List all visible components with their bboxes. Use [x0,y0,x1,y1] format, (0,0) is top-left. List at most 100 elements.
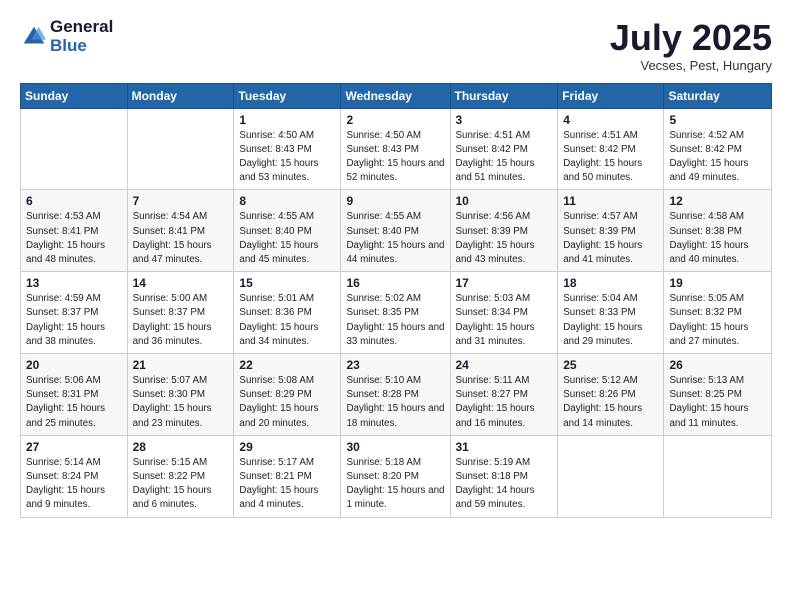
day-info: Sunrise: 4:51 AM Sunset: 8:42 PM Dayligh… [563,129,658,186]
day-number: 20 [26,358,122,372]
day-info: Sunrise: 5:12 AM Sunset: 8:26 PM Dayligh… [563,374,658,431]
day-info: Sunrise: 4:55 AM Sunset: 8:40 PM Dayligh… [346,210,444,267]
calendar-header-row: Sunday Monday Tuesday Wednesday Thursday… [21,83,772,108]
day-number: 23 [346,358,444,372]
table-row: 5 Sunrise: 4:52 AM Sunset: 8:42 PM Daylig… [664,108,772,190]
day-number: 16 [346,276,444,290]
day-number: 29 [239,440,335,454]
table-row: 17Sunrise: 5:03 AM Sunset: 8:34 PM Dayli… [450,272,558,354]
day-number: 4 [563,113,658,127]
header-thursday: Thursday [450,83,558,108]
day-number: 2 [346,113,444,127]
header-sunday: Sunday [21,83,128,108]
table-row: 29 Sunrise: 5:17 AM Sunset: 8:21 PM Dayli… [234,435,341,517]
table-row: 19Sunrise: 5:05 AM Sunset: 8:32 PM Dayli… [664,272,772,354]
table-row: 15Sunrise: 5:01 AM Sunset: 8:36 PM Dayli… [234,272,341,354]
day-number: 10 [456,194,553,208]
table-row: 23 Sunrise: 5:10 AM Sunset: 8:28 PM Dayli… [341,354,450,436]
table-row: 28 Sunrise: 5:15 AM Sunset: 8:22 PM Dayli… [127,435,234,517]
day-info: Sunrise: 5:08 AM Sunset: 8:29 PM Dayligh… [239,374,335,431]
table-row: 14 Sunrise: 5:00 AM Sunset: 8:37 PM Dayli… [127,272,234,354]
logo: General Blue [20,18,113,55]
month-title: July 2025 [610,18,772,58]
table-row: 13Sunrise: 4:59 AM Sunset: 8:37 PM Dayli… [21,272,128,354]
day-info: Sunrise: 4:52 AM Sunset: 8:42 PM Dayligh… [669,129,766,186]
day-info: Sunrise: 5:02 AM Sunset: 8:35 PM Dayligh… [346,292,444,349]
day-info: Sunrise: 5:00 AM Sunset: 8:37 PM Dayligh… [133,292,229,349]
day-info: Sunrise: 5:07 AM Sunset: 8:30 PM Dayligh… [133,374,229,431]
table-row: 8Sunrise: 4:55 AM Sunset: 8:40 PM Daylig… [234,190,341,272]
day-info: Sunrise: 5:15 AM Sunset: 8:22 PM Dayligh… [133,456,229,513]
day-number: 30 [346,440,444,454]
location-subtitle: Vecses, Pest, Hungary [610,58,772,73]
day-number: 3 [456,113,553,127]
table-row [664,435,772,517]
day-number: 5 [669,113,766,127]
day-info: Sunrise: 5:10 AM Sunset: 8:28 PM Dayligh… [346,374,444,431]
calendar-week-row: 1 Sunrise: 4:50 AM Sunset: 8:43 PM Daylig… [21,108,772,190]
day-number: 14 [133,276,229,290]
day-info: Sunrise: 4:54 AM Sunset: 8:41 PM Dayligh… [133,210,229,267]
day-number: 22 [239,358,335,372]
header-wednesday: Wednesday [341,83,450,108]
day-number: 26 [669,358,766,372]
day-number: 11 [563,194,658,208]
header: General Blue July 2025 Vecses, Pest, Hun… [20,18,772,73]
day-info: Sunrise: 5:17 AM Sunset: 8:21 PM Dayligh… [239,456,335,513]
day-info: Sunrise: 5:11 AM Sunset: 8:27 PM Dayligh… [456,374,553,431]
day-number: 27 [26,440,122,454]
table-row: 24 Sunrise: 5:11 AM Sunset: 8:27 PM Dayli… [450,354,558,436]
day-number: 1 [239,113,335,127]
table-row: 27 Sunrise: 5:14 AM Sunset: 8:24 PM Dayli… [21,435,128,517]
day-info: Sunrise: 4:53 AM Sunset: 8:41 PM Dayligh… [26,210,122,267]
day-info: Sunrise: 4:50 AM Sunset: 8:43 PM Dayligh… [346,129,444,186]
day-info: Sunrise: 5:14 AM Sunset: 8:24 PM Dayligh… [26,456,122,513]
day-number: 7 [133,194,229,208]
day-info: Sunrise: 4:50 AM Sunset: 8:43 PM Dayligh… [239,129,335,186]
day-info: Sunrise: 5:05 AM Sunset: 8:32 PM Dayligh… [669,292,766,349]
day-info: Sunrise: 5:19 AM Sunset: 8:18 PM Dayligh… [456,456,553,513]
header-saturday: Saturday [664,83,772,108]
table-row: 1 Sunrise: 4:50 AM Sunset: 8:43 PM Daylig… [234,108,341,190]
day-number: 9 [346,194,444,208]
calendar-week-row: 27 Sunrise: 5:14 AM Sunset: 8:24 PM Dayli… [21,435,772,517]
day-number: 8 [239,194,335,208]
day-number: 31 [456,440,553,454]
title-block: July 2025 Vecses, Pest, Hungary [610,18,772,73]
table-row: 12Sunrise: 4:58 AM Sunset: 8:38 PM Dayli… [664,190,772,272]
day-info: Sunrise: 4:59 AM Sunset: 8:37 PM Dayligh… [26,292,122,349]
day-info: Sunrise: 5:06 AM Sunset: 8:31 PM Dayligh… [26,374,122,431]
table-row: 25 Sunrise: 5:12 AM Sunset: 8:26 PM Dayli… [558,354,664,436]
table-row: 9 Sunrise: 4:55 AM Sunset: 8:40 PM Daylig… [341,190,450,272]
table-row: 7 Sunrise: 4:54 AM Sunset: 8:41 PM Daylig… [127,190,234,272]
day-number: 25 [563,358,658,372]
day-info: Sunrise: 4:58 AM Sunset: 8:38 PM Dayligh… [669,210,766,267]
table-row: 10 Sunrise: 4:56 AM Sunset: 8:39 PM Dayli… [450,190,558,272]
table-row: 2 Sunrise: 4:50 AM Sunset: 8:43 PM Daylig… [341,108,450,190]
day-info: Sunrise: 5:18 AM Sunset: 8:20 PM Dayligh… [346,456,444,513]
logo-text: General Blue [50,18,113,55]
table-row: 30 Sunrise: 5:18 AM Sunset: 8:20 PM Dayli… [341,435,450,517]
day-info: Sunrise: 4:51 AM Sunset: 8:42 PM Dayligh… [456,129,553,186]
logo-general: General [50,18,113,37]
day-info: Sunrise: 4:57 AM Sunset: 8:39 PM Dayligh… [563,210,658,267]
table-row: 16 Sunrise: 5:02 AM Sunset: 8:35 PM Dayli… [341,272,450,354]
day-info: Sunrise: 4:56 AM Sunset: 8:39 PM Dayligh… [456,210,553,267]
table-row: 31 Sunrise: 5:19 AM Sunset: 8:18 PM Dayli… [450,435,558,517]
day-info: Sunrise: 5:03 AM Sunset: 8:34 PM Dayligh… [456,292,553,349]
calendar-week-row: 6Sunrise: 4:53 AM Sunset: 8:41 PM Daylig… [21,190,772,272]
table-row: 4 Sunrise: 4:51 AM Sunset: 8:42 PM Daylig… [558,108,664,190]
table-row [558,435,664,517]
logo-icon [20,23,48,51]
table-row: 26Sunrise: 5:13 AM Sunset: 8:25 PM Dayli… [664,354,772,436]
table-row: 22 Sunrise: 5:08 AM Sunset: 8:29 PM Dayli… [234,354,341,436]
day-number: 21 [133,358,229,372]
table-row [127,108,234,190]
calendar-week-row: 13Sunrise: 4:59 AM Sunset: 8:37 PM Dayli… [21,272,772,354]
header-tuesday: Tuesday [234,83,341,108]
day-number: 24 [456,358,553,372]
day-info: Sunrise: 5:01 AM Sunset: 8:36 PM Dayligh… [239,292,335,349]
day-number: 28 [133,440,229,454]
table-row: 21 Sunrise: 5:07 AM Sunset: 8:30 PM Dayli… [127,354,234,436]
day-info: Sunrise: 5:04 AM Sunset: 8:33 PM Dayligh… [563,292,658,349]
